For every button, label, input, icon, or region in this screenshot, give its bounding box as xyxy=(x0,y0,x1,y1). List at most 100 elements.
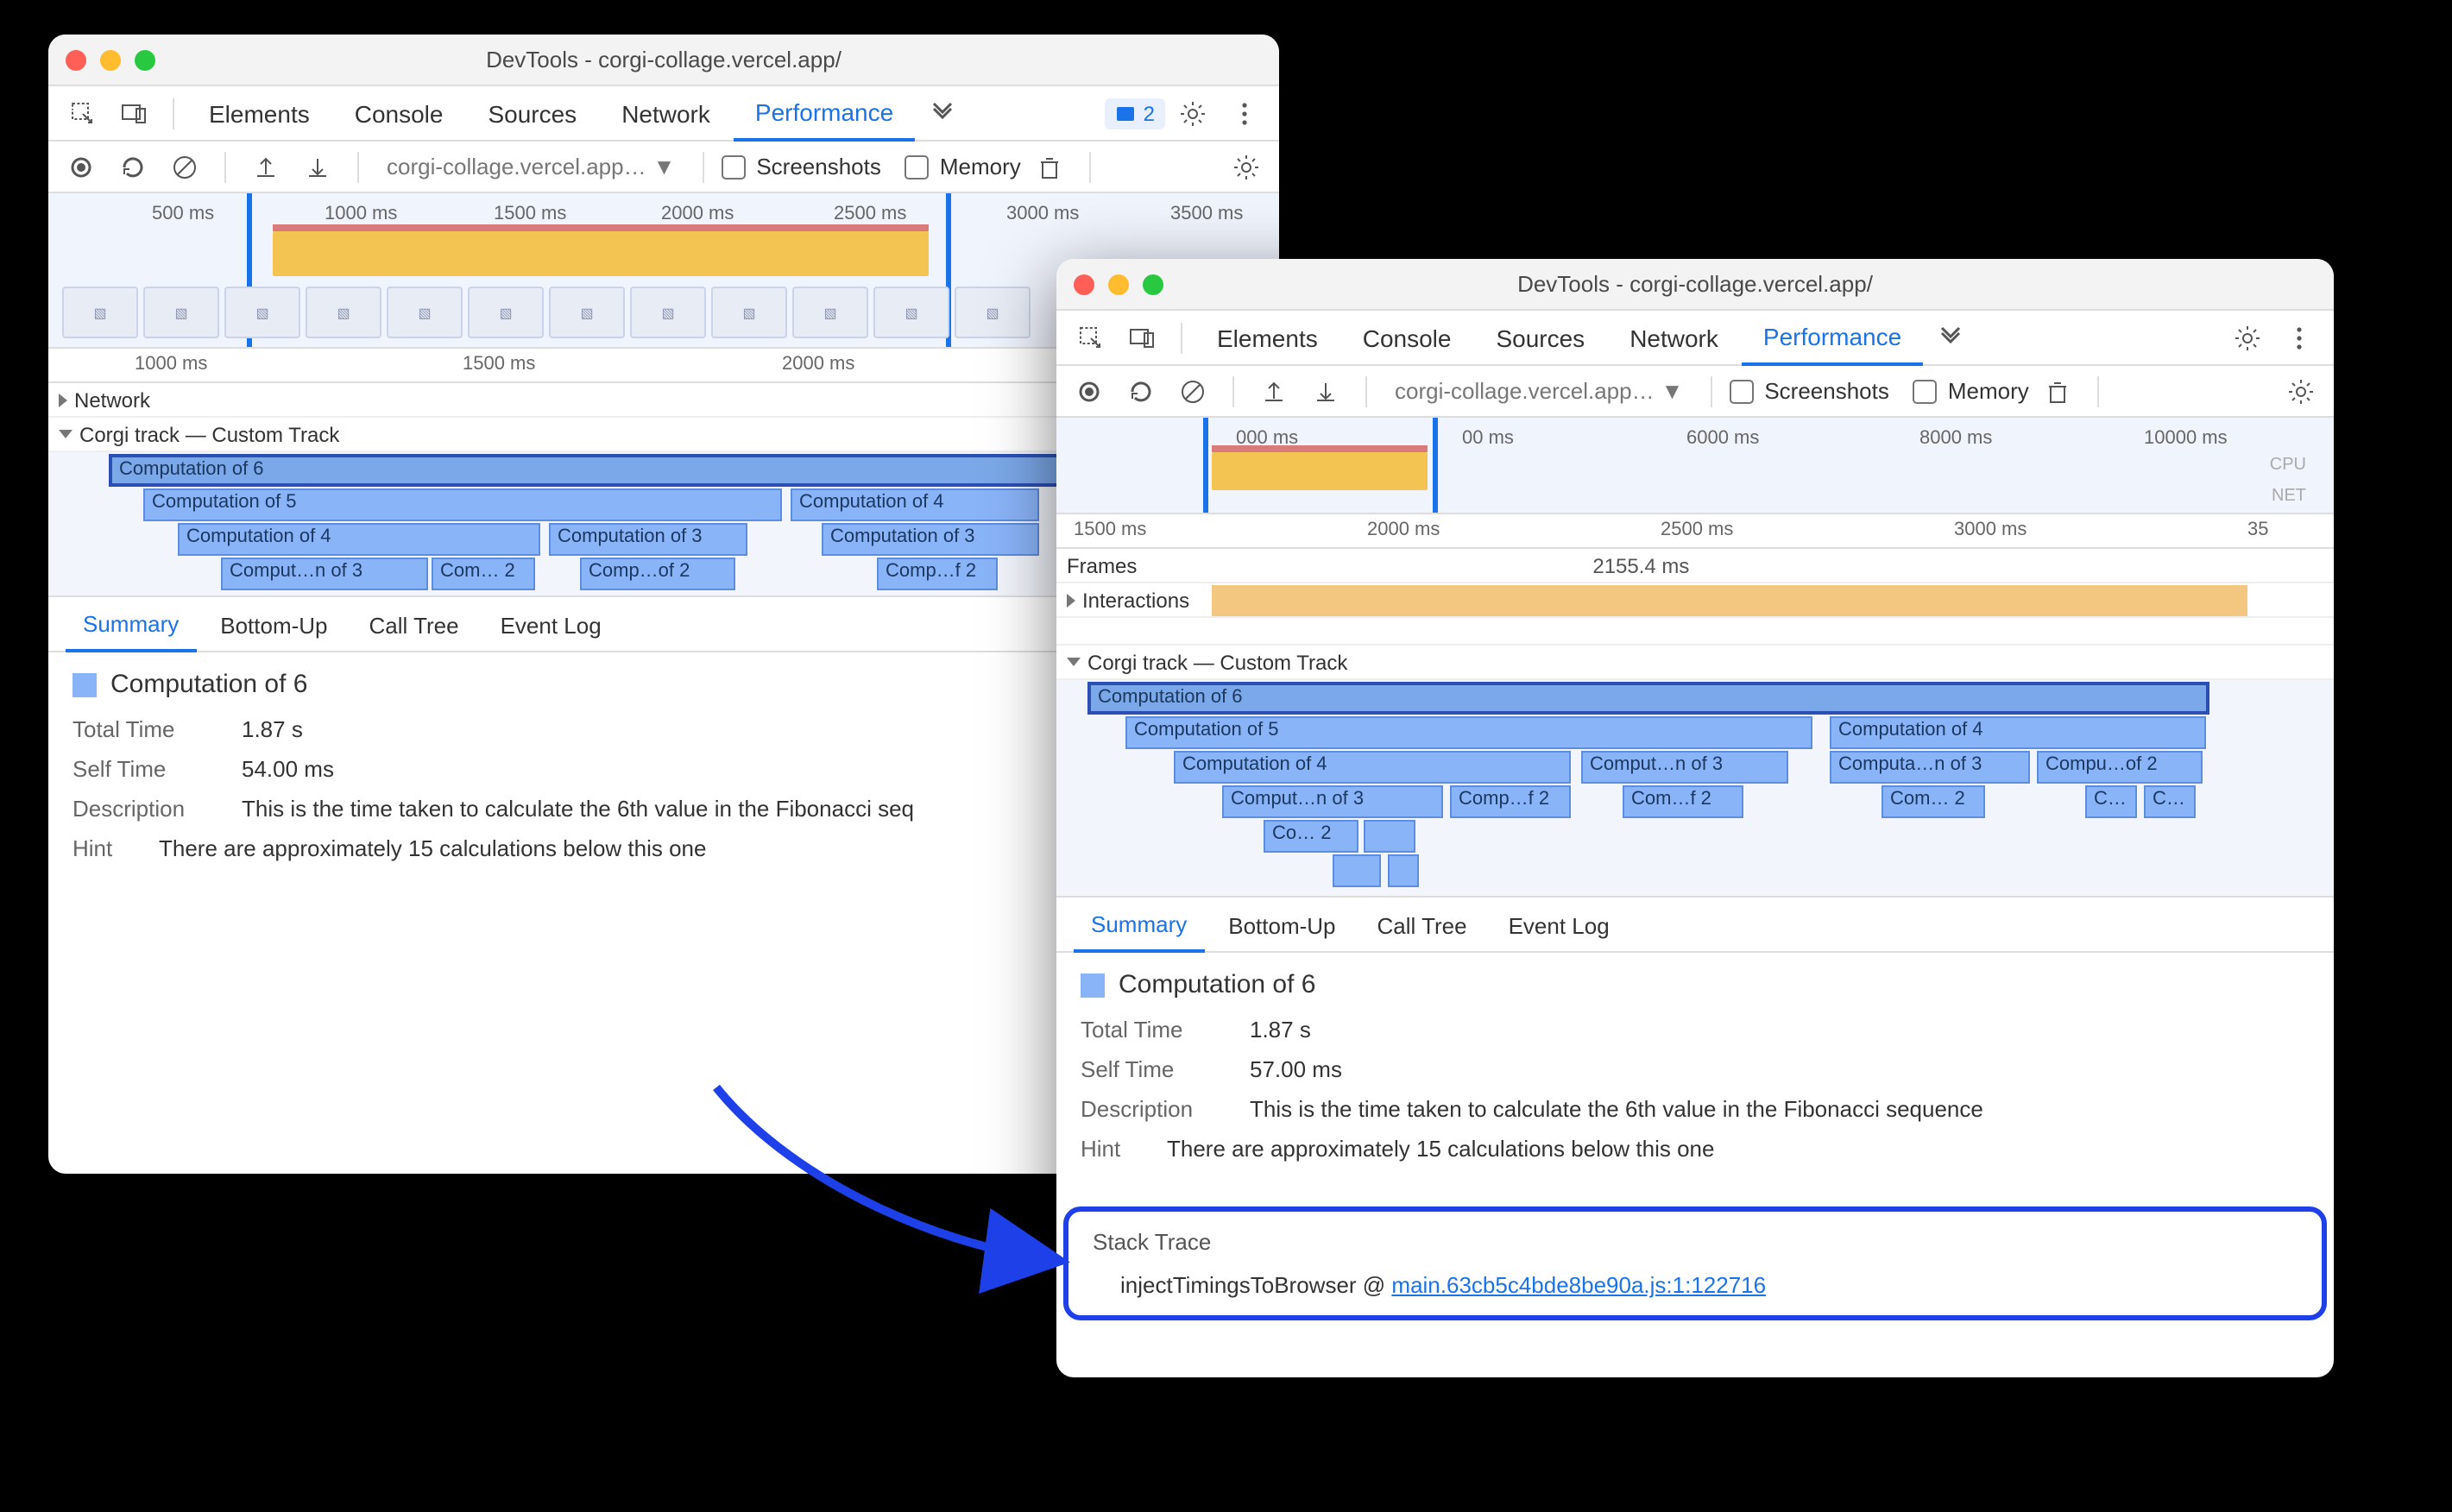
screenshot-thumb[interactable]: ▧ xyxy=(711,287,787,338)
screenshot-thumb[interactable]: ▧ xyxy=(468,287,544,338)
flame-computation-2t[interactable]: Compu…of 2 xyxy=(2037,751,2203,784)
detail-tab-eventlog[interactable]: Event Log xyxy=(1491,898,1627,953)
flame-computation-3[interactable]: Computation of 3 xyxy=(822,523,1039,556)
flame-computation-2t[interactable]: Com… 2 xyxy=(1882,785,1985,818)
screenshot-thumb[interactable]: ▧ xyxy=(306,287,381,338)
overview-flame[interactable] xyxy=(273,231,929,276)
reload-icon[interactable] xyxy=(1119,369,1163,413)
screenshot-thumb[interactable]: ▧ xyxy=(549,287,625,338)
flame-computation-2t[interactable]: Comp…f 2 xyxy=(877,558,998,590)
close-button[interactable] xyxy=(1074,274,1094,294)
flame-computation-5[interactable]: Computation of 5 xyxy=(143,488,782,521)
flame-computation-3t[interactable]: Comput…n of 3 xyxy=(1222,785,1443,818)
zoom-button[interactable] xyxy=(1143,274,1163,294)
frames-track-header[interactable]: Frames 2155.4 ms xyxy=(1056,549,2334,583)
screenshot-thumb[interactable]: ▧ xyxy=(387,287,463,338)
tab-sources[interactable]: Sources xyxy=(467,85,597,141)
screenshot-thumb[interactable]: ▧ xyxy=(224,287,300,338)
screenshot-thumb[interactable]: ▧ xyxy=(955,287,1031,338)
flame-computation-4[interactable]: Computation of 4 xyxy=(1830,716,2206,749)
interactions-bar[interactable] xyxy=(1212,585,2247,616)
record-icon[interactable] xyxy=(59,144,104,189)
kebab-menu-icon[interactable] xyxy=(2275,313,2323,362)
inspect-icon[interactable] xyxy=(1067,313,1115,362)
detail-tab-summary[interactable]: Summary xyxy=(66,597,196,652)
flame-computation-4[interactable]: Computation of 4 xyxy=(1174,751,1571,784)
more-tabs-icon[interactable] xyxy=(917,89,966,137)
screenshots-checkbox[interactable] xyxy=(722,154,746,179)
detail-tab-bottomup[interactable]: Bottom-Up xyxy=(1211,898,1352,953)
screenshot-thumb[interactable]: ▧ xyxy=(792,287,868,338)
zoom-button[interactable] xyxy=(135,49,155,70)
gear-icon[interactable] xyxy=(1169,89,1217,137)
tab-console[interactable]: Console xyxy=(1342,310,1472,365)
kebab-menu-icon[interactable] xyxy=(1220,89,1269,137)
flame-computation-4[interactable]: Computation of 4 xyxy=(791,488,1039,521)
inspect-icon[interactable] xyxy=(59,89,107,137)
detail-tab-calltree[interactable]: Call Tree xyxy=(1360,898,1484,953)
record-icon[interactable] xyxy=(1067,369,1112,413)
flame-small[interactable] xyxy=(1388,854,1419,887)
overview-range-end[interactable] xyxy=(1433,418,1438,513)
minimize-button[interactable] xyxy=(100,49,121,70)
tab-network[interactable]: Network xyxy=(1609,310,1739,365)
screenshot-thumb[interactable]: ▧ xyxy=(143,287,219,338)
overview-range-start[interactable] xyxy=(1203,418,1208,513)
tab-sources[interactable]: Sources xyxy=(1475,310,1605,365)
flame-computation-t[interactable]: C… xyxy=(2144,785,2196,818)
collect-garbage-icon[interactable] xyxy=(2036,369,2081,413)
flame-computation-4[interactable]: Computation of 4 xyxy=(178,523,540,556)
issues-badge[interactable]: 2 xyxy=(1106,98,1165,129)
flame-computation-3[interactable]: Computation of 3 xyxy=(549,523,747,556)
upload-icon[interactable] xyxy=(243,144,288,189)
device-toggle-icon[interactable] xyxy=(110,89,159,137)
detail-tab-bottomup[interactable]: Bottom-Up xyxy=(203,597,344,652)
memory-checkbox[interactable] xyxy=(905,154,930,179)
flame-computation-2t[interactable]: Com…f 2 xyxy=(1623,785,1743,818)
screenshots-checkbox[interactable] xyxy=(1730,379,1754,403)
tab-elements[interactable]: Elements xyxy=(188,85,331,141)
tab-elements[interactable]: Elements xyxy=(1196,310,1339,365)
flame-small[interactable] xyxy=(1333,854,1381,887)
screenshot-thumb[interactable]: ▧ xyxy=(873,287,949,338)
more-tabs-icon[interactable] xyxy=(1926,313,1974,362)
detail-tab-summary[interactable]: Summary xyxy=(1074,898,1204,953)
device-toggle-icon[interactable] xyxy=(1119,313,1167,362)
flame-computation-2t[interactable]: Co… 2 xyxy=(1264,820,1358,853)
detail-tab-calltree[interactable]: Call Tree xyxy=(352,597,476,652)
close-button[interactable] xyxy=(66,49,86,70)
flame-computation-2t[interactable]: Com… 2 xyxy=(432,558,535,590)
memory-checkbox[interactable] xyxy=(1913,379,1938,403)
tab-console[interactable]: Console xyxy=(334,85,464,141)
settings-gear-icon[interactable] xyxy=(1224,144,1269,189)
interactions-track-header[interactable]: Interactions xyxy=(1056,583,2334,618)
reload-icon[interactable] xyxy=(110,144,155,189)
flame-computation-t[interactable]: C… xyxy=(2085,785,2137,818)
flame-computation-2t[interactable]: Comp…of 2 xyxy=(580,558,735,590)
clear-icon[interactable] xyxy=(1170,369,1215,413)
flame-computation-2t[interactable]: Comp…f 2 xyxy=(1450,785,1571,818)
clear-icon[interactable] xyxy=(162,144,207,189)
flame-computation-3t[interactable]: Computa…n of 3 xyxy=(1830,751,2030,784)
detail-tab-eventlog[interactable]: Event Log xyxy=(483,597,619,652)
download-icon[interactable] xyxy=(1303,369,1348,413)
upload-icon[interactable] xyxy=(1251,369,1296,413)
gear-icon[interactable] xyxy=(2223,313,2272,362)
screenshot-thumb[interactable]: ▧ xyxy=(62,287,138,338)
tab-performance[interactable]: Performance xyxy=(1743,311,1922,366)
settings-gear-icon[interactable] xyxy=(2279,369,2323,413)
tab-network[interactable]: Network xyxy=(601,85,731,141)
flame-computation-3t[interactable]: Comput…n of 3 xyxy=(1581,751,1788,784)
flame-computation-3t[interactable]: Comput…n of 3 xyxy=(221,558,428,590)
collect-garbage-icon[interactable] xyxy=(1028,144,1073,189)
minimize-button[interactable] xyxy=(1108,274,1129,294)
corgi-track-header[interactable]: Corgi track — Custom Track xyxy=(1056,646,2334,680)
recording-select[interactable]: corgi-collage.vercel.app… ▼ xyxy=(376,150,685,183)
tab-performance[interactable]: Performance xyxy=(734,86,914,142)
recording-select[interactable]: corgi-collage.vercel.app… ▼ xyxy=(1384,375,1693,407)
stack-source-link[interactable]: main.63cb5c4bde8be90a.js:1:122716 xyxy=(1391,1272,1766,1298)
flame-computation-6[interactable]: Computation of 6 xyxy=(1087,682,2209,715)
download-icon[interactable] xyxy=(295,144,340,189)
flame-small[interactable] xyxy=(1364,820,1415,853)
screenshot-thumb[interactable]: ▧ xyxy=(630,287,706,338)
